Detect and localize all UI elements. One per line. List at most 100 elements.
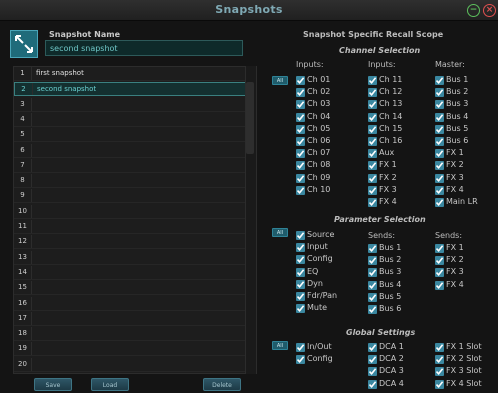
checkbox-label: Bus 6 — [379, 304, 402, 313]
parameter-col3-header: Sends: — [435, 231, 463, 240]
checkmark-icon — [435, 198, 444, 207]
checkmark-icon — [296, 76, 305, 85]
checkbox-label: Bus 2 — [446, 87, 469, 97]
checkmark-icon — [296, 88, 305, 98]
checkmark-icon — [368, 198, 377, 207]
list-item-number: 2 — [15, 83, 33, 96]
list-item[interactable]: 10 — [14, 204, 256, 219]
checkmark-icon — [435, 88, 444, 98]
checkmark-icon — [435, 137, 444, 146]
list-item[interactable]: 19 — [14, 342, 256, 357]
checkbox-label: In/Out — [307, 342, 332, 351]
checkbox-label: Aux — [379, 148, 395, 158]
checkmark-icon — [368, 124, 377, 134]
list-item[interactable]: 16 — [14, 296, 256, 311]
checkbox-label: Main LR — [446, 197, 478, 206]
checkbox-label: Config — [307, 254, 333, 264]
list-item-number: 3 — [14, 97, 32, 111]
parameter-col2-header: Sends: — [368, 231, 396, 240]
checkmark-icon — [368, 256, 377, 266]
checkbox-label: FX 3 Slot — [446, 366, 482, 376]
global-all-button[interactable]: All — [272, 341, 288, 350]
delete-button[interactable]: Delete — [203, 378, 241, 391]
checkmark-icon — [368, 280, 377, 290]
checkmark-icon — [368, 149, 377, 159]
minimize-icon[interactable]: − — [467, 4, 480, 17]
list-item-number: 9 — [14, 189, 32, 203]
channel-all-button[interactable]: All — [272, 76, 288, 85]
checkbox-label: Ch 05 — [307, 123, 331, 133]
list-item[interactable]: 4 — [14, 112, 256, 127]
checkbox-label: Ch 16 — [379, 136, 403, 145]
list-item[interactable]: 2 second snapshot — [14, 82, 256, 97]
channel-col2-header: Inputs: — [368, 60, 396, 69]
list-item-number: 5 — [14, 128, 32, 142]
checkbox-label: FX 1 — [379, 160, 397, 170]
list-item[interactable]: 6 — [14, 143, 256, 158]
checkbox-label: Ch 07 — [307, 148, 331, 158]
list-item[interactable]: 9 — [14, 189, 256, 204]
checkbox-label: Ch 06 — [307, 136, 331, 145]
checkbox-label: Bus 2 — [379, 255, 402, 265]
checkbox-label: Bus 4 — [446, 111, 469, 121]
close-icon[interactable]: × — [483, 4, 496, 17]
checkbox-label: Ch 08 — [307, 160, 331, 170]
channel-selection-heading: Channel Selection — [339, 46, 421, 55]
checkbox-label: Input — [307, 242, 328, 252]
checkmark-icon — [368, 343, 377, 352]
checkmark-icon — [435, 173, 444, 183]
list-item[interactable]: 15 — [14, 281, 256, 296]
checkmark-icon — [368, 88, 377, 98]
list-item[interactable]: 13 — [14, 250, 256, 265]
list-item[interactable]: 5 — [14, 128, 256, 143]
checkbox-label: FX 3 — [446, 172, 464, 182]
list-item[interactable]: 3 — [14, 97, 256, 112]
list-item[interactable]: 8 — [14, 174, 256, 189]
checkbox-label: DCA 3 — [379, 366, 404, 376]
checkbox-label: Ch 11 — [379, 75, 403, 84]
list-scroll-thumb[interactable] — [246, 82, 254, 154]
checkbox-label: FX 2 — [379, 172, 397, 182]
checkbox-label: FX 1 Slot — [446, 342, 482, 351]
list-item[interactable]: 7 — [14, 158, 256, 173]
checkmark-icon — [296, 124, 305, 134]
list-item[interactable]: 14 — [14, 265, 256, 280]
list-item-number: 8 — [14, 174, 32, 188]
checkbox-label: FX 1 — [446, 243, 464, 252]
list-item[interactable]: 12 — [14, 235, 256, 250]
checkmark-icon — [435, 100, 444, 110]
checkbox-label: Bus 5 — [446, 123, 469, 133]
checkmark-icon — [296, 292, 305, 301]
checkmark-icon — [296, 267, 305, 277]
checkmark-icon — [435, 256, 444, 266]
checkmark-icon — [296, 173, 305, 183]
list-item[interactable]: 1 first snapshot — [14, 67, 256, 81]
checkbox-label: Bus 4 — [379, 279, 402, 289]
list-item[interactable]: 18 — [14, 327, 256, 342]
list-item-number: 16 — [14, 296, 32, 310]
checkmark-icon — [296, 243, 305, 253]
global-settings-heading: Global Settings — [346, 328, 416, 337]
parameter-selection-heading: Parameter Selection — [334, 215, 426, 224]
parameter-all-button[interactable]: All — [272, 228, 288, 237]
checkmark-icon — [296, 304, 305, 314]
checkmark-icon — [435, 355, 444, 365]
checkmark-icon — [435, 112, 444, 122]
snapshot-list[interactable]: 1 first snapshot 2 second snapshot 3 4 5 6 7 8 9 10… — [13, 66, 257, 374]
checkbox-label: FX 4 — [379, 197, 397, 206]
load-button[interactable]: Load — [91, 378, 129, 391]
checkmark-icon — [368, 268, 377, 278]
list-item[interactable]: 20 — [14, 357, 256, 372]
channel-col1-header: Inputs: — [296, 60, 324, 69]
recall-scope-title: Snapshot Specific Recall Scope — [303, 30, 444, 39]
list-item[interactable]: 11 — [14, 220, 256, 234]
snapshot-icon[interactable] — [10, 30, 38, 58]
checkmark-icon — [368, 355, 377, 365]
save-button[interactable]: Save — [34, 378, 72, 391]
checkbox-label: Ch 01 — [307, 75, 331, 84]
snapshot-name-input[interactable] — [45, 40, 243, 56]
checkmark-icon — [435, 268, 444, 278]
checkmark-icon — [296, 279, 305, 289]
list-item[interactable]: 17 — [14, 311, 256, 326]
window-title: Snapshots — [215, 3, 283, 16]
